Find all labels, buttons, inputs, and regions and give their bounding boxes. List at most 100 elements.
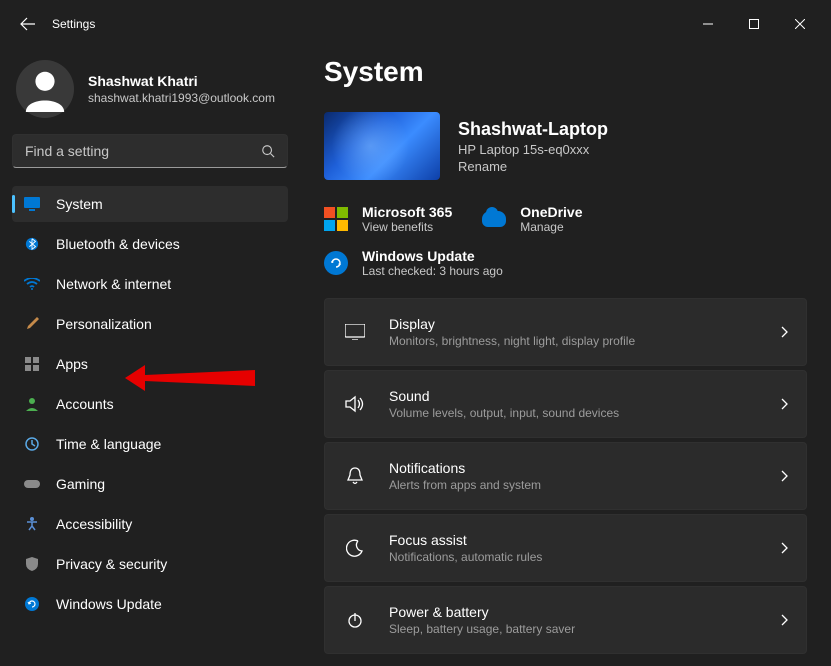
minimize-button[interactable] bbox=[685, 8, 731, 40]
onedrive-title: OneDrive bbox=[520, 204, 582, 220]
nav-label: Windows Update bbox=[56, 596, 162, 612]
accessibility-icon bbox=[24, 516, 40, 532]
rename-link[interactable]: Rename bbox=[458, 159, 608, 174]
card-power-battery[interactable]: Power & battery Sleep, battery usage, ba… bbox=[324, 586, 807, 654]
card-focus-assist[interactable]: Focus assist Notifications, automatic ru… bbox=[324, 514, 807, 582]
window-title: Settings bbox=[52, 17, 95, 31]
card-sub: Alerts from apps and system bbox=[389, 478, 541, 492]
nav-label: System bbox=[56, 196, 103, 212]
maximize-button[interactable] bbox=[731, 8, 777, 40]
window-controls bbox=[685, 8, 823, 40]
display-icon bbox=[24, 196, 40, 212]
update-title: Windows Update bbox=[362, 248, 503, 264]
nav-label: Gaming bbox=[56, 476, 105, 492]
chevron-right-icon bbox=[780, 326, 788, 338]
sidebar-item-apps[interactable]: Apps bbox=[12, 346, 288, 382]
card-title: Focus assist bbox=[389, 532, 542, 548]
bell-icon bbox=[343, 467, 367, 485]
card-display[interactable]: Display Monitors, brightness, night ligh… bbox=[324, 298, 807, 366]
sidebar-item-gaming[interactable]: Gaming bbox=[12, 466, 288, 502]
nav-label: Bluetooth & devices bbox=[56, 236, 180, 252]
nav-label: Time & language bbox=[56, 436, 161, 452]
microsoft-365-block[interactable]: Microsoft 365 View benefits bbox=[324, 204, 452, 234]
sidebar-item-accessibility[interactable]: Accessibility bbox=[12, 506, 288, 542]
card-title: Sound bbox=[389, 388, 619, 404]
card-title: Power & battery bbox=[389, 604, 575, 620]
m365-sub[interactable]: View benefits bbox=[362, 220, 452, 234]
nav-label: Accessibility bbox=[56, 516, 132, 532]
clock-icon bbox=[24, 436, 40, 452]
card-notifications[interactable]: Notifications Alerts from apps and syste… bbox=[324, 442, 807, 510]
update-icon bbox=[324, 251, 348, 275]
windows-update-block[interactable]: Windows Update Last checked: 3 hours ago bbox=[324, 248, 503, 278]
person-icon bbox=[22, 66, 68, 112]
power-icon bbox=[343, 611, 367, 629]
update-sub: Last checked: 3 hours ago bbox=[362, 264, 503, 278]
microsoft-365-icon bbox=[324, 207, 348, 231]
device-row: Shashwat-Laptop HP Laptop 15s-eq0xxx Ren… bbox=[324, 112, 807, 180]
sidebar-item-windows-update[interactable]: Windows Update bbox=[12, 586, 288, 622]
sidebar-item-system[interactable]: System bbox=[12, 186, 288, 222]
minimize-icon bbox=[703, 19, 713, 29]
sidebar-item-personalization[interactable]: Personalization bbox=[12, 306, 288, 342]
gamepad-icon bbox=[24, 476, 40, 492]
card-sub: Volume levels, output, input, sound devi… bbox=[389, 406, 619, 420]
quick-info-row-2: Windows Update Last checked: 3 hours ago bbox=[324, 248, 807, 278]
sidebar-item-network[interactable]: Network & internet bbox=[12, 266, 288, 302]
onedrive-sub[interactable]: Manage bbox=[520, 220, 582, 234]
sidebar-item-time-language[interactable]: Time & language bbox=[12, 426, 288, 462]
settings-cards: Display Monitors, brightness, night ligh… bbox=[324, 298, 807, 654]
nav-label: Privacy & security bbox=[56, 556, 167, 572]
sidebar-item-bluetooth[interactable]: Bluetooth & devices bbox=[12, 226, 288, 262]
shield-icon bbox=[24, 556, 40, 572]
search-box[interactable] bbox=[12, 134, 288, 168]
profile-email: shashwat.khatri1993@outlook.com bbox=[88, 91, 275, 105]
avatar bbox=[16, 60, 74, 118]
nav-label: Accounts bbox=[56, 396, 114, 412]
close-button[interactable] bbox=[777, 8, 823, 40]
sidebar: Shashwat Khatri shashwat.khatri1993@outl… bbox=[0, 48, 300, 666]
nav-label: Network & internet bbox=[56, 276, 171, 292]
sound-icon bbox=[343, 395, 367, 413]
card-title: Notifications bbox=[389, 460, 541, 476]
apps-icon bbox=[24, 356, 40, 372]
bluetooth-icon bbox=[24, 236, 40, 252]
chevron-right-icon bbox=[780, 398, 788, 410]
titlebar: Settings bbox=[0, 0, 831, 48]
profile-block[interactable]: Shashwat Khatri shashwat.khatri1993@outl… bbox=[12, 56, 288, 134]
nav-label: Personalization bbox=[56, 316, 152, 332]
chevron-right-icon bbox=[780, 470, 788, 482]
sidebar-item-accounts[interactable]: Accounts bbox=[12, 386, 288, 422]
card-sub: Notifications, automatic rules bbox=[389, 550, 542, 564]
update-icon bbox=[24, 596, 40, 612]
onedrive-block[interactable]: OneDrive Manage bbox=[482, 204, 582, 234]
page-title: System bbox=[324, 56, 807, 88]
nav-label: Apps bbox=[56, 356, 88, 372]
nav-list: System Bluetooth & devices Network & int… bbox=[12, 186, 288, 622]
arrow-left-icon bbox=[20, 16, 36, 32]
moon-icon bbox=[343, 539, 367, 557]
chevron-right-icon bbox=[780, 614, 788, 626]
wifi-icon bbox=[24, 276, 40, 292]
chevron-right-icon bbox=[780, 542, 788, 554]
sidebar-item-privacy[interactable]: Privacy & security bbox=[12, 546, 288, 582]
display-icon bbox=[343, 324, 367, 340]
card-sound[interactable]: Sound Volume levels, output, input, soun… bbox=[324, 370, 807, 438]
onedrive-icon bbox=[482, 207, 506, 231]
search-icon bbox=[261, 144, 275, 158]
device-image bbox=[324, 112, 440, 180]
m365-title: Microsoft 365 bbox=[362, 204, 452, 220]
maximize-icon bbox=[749, 19, 759, 29]
card-sub: Sleep, battery usage, battery saver bbox=[389, 622, 575, 636]
close-icon bbox=[795, 19, 805, 29]
card-sub: Monitors, brightness, night light, displ… bbox=[389, 334, 635, 348]
profile-name: Shashwat Khatri bbox=[88, 73, 275, 89]
brush-icon bbox=[24, 316, 40, 332]
quick-info-row: Microsoft 365 View benefits OneDrive Man… bbox=[324, 204, 807, 234]
main-content: System Shashwat-Laptop HP Laptop 15s-eq0… bbox=[300, 48, 831, 666]
card-title: Display bbox=[389, 316, 635, 332]
search-input[interactable] bbox=[25, 143, 261, 159]
device-model: HP Laptop 15s-eq0xxx bbox=[458, 142, 608, 157]
device-name: Shashwat-Laptop bbox=[458, 119, 608, 140]
back-button[interactable] bbox=[8, 4, 48, 44]
